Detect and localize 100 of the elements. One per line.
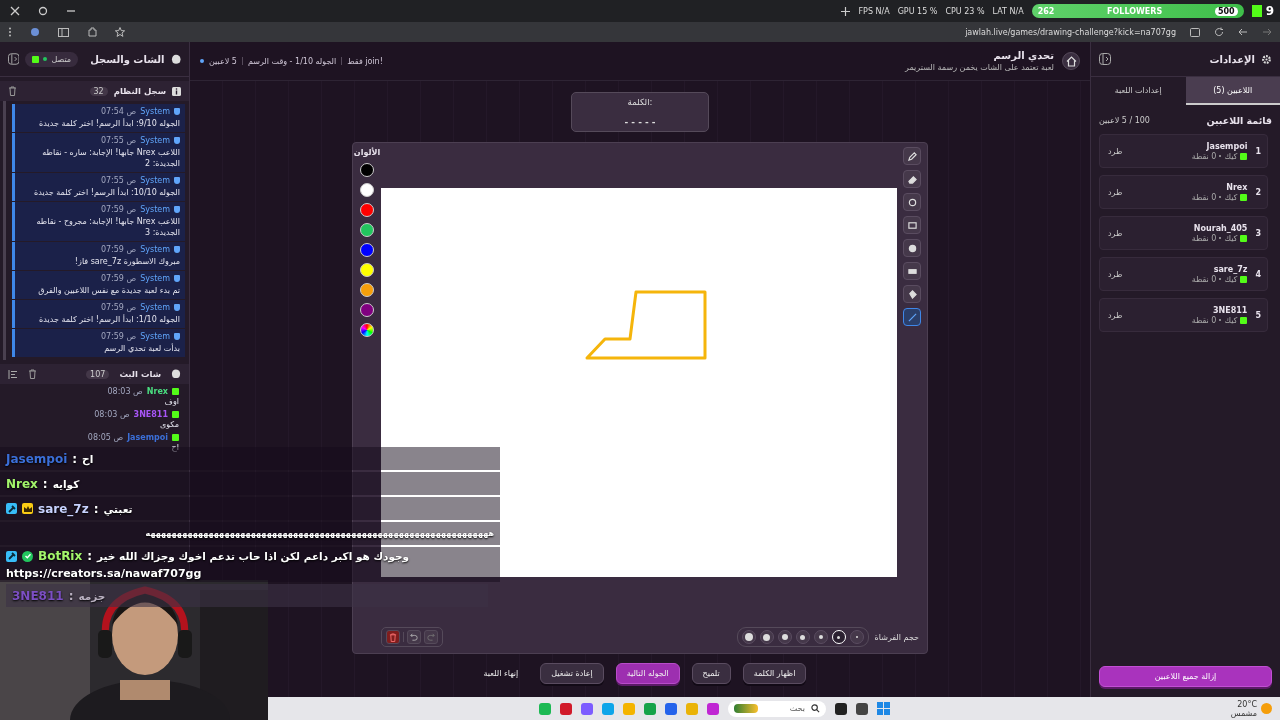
trash-icon[interactable] [28, 369, 37, 379]
player-points: 0 نقطة [1191, 315, 1217, 325]
brush-size-button[interactable] [777, 630, 792, 645]
redo-icon [427, 633, 435, 642]
bucket-icon [907, 289, 917, 299]
undo-button[interactable] [407, 630, 421, 645]
tool-button[interactable] [903, 216, 921, 234]
forward-icon[interactable] [1262, 27, 1272, 37]
join-info: !join فقط [347, 56, 383, 66]
close-icon[interactable] [10, 6, 20, 16]
separator-colon: : [42, 476, 48, 491]
collapse-icon[interactable] [8, 53, 20, 65]
word-hint: - - - - - [624, 117, 656, 127]
home-button[interactable] [1062, 52, 1080, 70]
clear-button[interactable] [386, 630, 400, 645]
tab-icon[interactable] [1190, 27, 1200, 37]
color-swatch[interactable] [360, 203, 374, 217]
star-icon[interactable] [115, 27, 125, 37]
player-rank: 3 [1255, 228, 1261, 238]
address-bar[interactable]: jawlah.live/games/drawing-challenge?kick=na707gg [965, 27, 1176, 37]
search-icon [810, 704, 820, 713]
player-platform: كيك [1224, 274, 1238, 284]
action-button[interactable]: اظهار الكلمة [742, 663, 807, 684]
reload-icon[interactable] [1214, 27, 1224, 37]
player-name: Nourah_405 [1193, 223, 1248, 233]
sun-icon [1261, 703, 1272, 714]
tool-button[interactable] [903, 147, 921, 165]
color-swatch[interactable] [360, 263, 374, 277]
color-swatch[interactable] [360, 183, 374, 197]
color-swatch[interactable] [360, 303, 374, 317]
overlay-message: جزمه [78, 589, 106, 602]
followers-goal: 500 [1214, 6, 1238, 16]
color-picker-swatch[interactable] [360, 323, 374, 337]
overlay-message: كوايه [52, 477, 80, 490]
separator-colon: : [93, 501, 99, 516]
message-text: الجوله 9/10: ابدأ الرسم! اختر كلمة جديدة [38, 118, 180, 129]
taskbar-app-icon[interactable] [834, 702, 847, 715]
tool-button[interactable] [903, 262, 921, 280]
corner-count: 9 [1265, 4, 1274, 18]
tool-button[interactable] [903, 170, 921, 188]
back-icon[interactable] [1238, 27, 1248, 37]
color-swatch[interactable] [360, 243, 374, 257]
brush-size-button[interactable] [741, 630, 756, 645]
settings-icon [1261, 53, 1272, 65]
kick-button[interactable]: طرد [1108, 187, 1123, 197]
action-button[interactable]: إعادة تشغيل [540, 663, 604, 684]
dot-icon [763, 633, 771, 641]
start-icon[interactable] [876, 702, 890, 715]
collapse-icon[interactable] [1099, 53, 1111, 65]
tool-button[interactable] [903, 285, 921, 303]
overlay-link[interactable]: https://creators.sa/nawaf707gg [6, 567, 494, 580]
brush-size-button[interactable] [813, 630, 828, 645]
player-platform: كيك [1224, 151, 1238, 161]
kick-badge-icon [1240, 193, 1248, 201]
stat-readout: LAT N/A [992, 6, 1024, 16]
taskbar-app-icon[interactable] [855, 702, 868, 715]
player-rank: 1 [1255, 146, 1261, 156]
players-info: 5 لاعبين [209, 56, 237, 66]
end-game-link[interactable]: إنهاء اللعبة [473, 664, 529, 683]
color-swatch[interactable] [360, 223, 374, 237]
count-badge: 107 [86, 369, 110, 379]
brush-size-button[interactable] [759, 630, 774, 645]
remove-all-button[interactable]: إزالة جميع اللاعبين [1099, 666, 1272, 687]
panel-title: الإعدادات [1209, 53, 1255, 65]
kick-button[interactable]: طرد [1108, 269, 1123, 279]
chat-username: Jasempoi [127, 433, 168, 442]
word-label: الكلمة: [627, 97, 653, 107]
separator-colon: : [72, 451, 78, 466]
message-time: 08:03 ص [94, 410, 130, 419]
message-text: تم بدء لعبة جديدة مع نفس اللاعبين والفرق [37, 285, 180, 296]
player-name: Jasempoi [1206, 141, 1248, 151]
restore-icon[interactable] [38, 6, 48, 16]
kick-button[interactable]: طرد [1108, 228, 1123, 238]
search-field[interactable]: بحث [727, 700, 826, 717]
sort-icon[interactable] [8, 369, 18, 379]
kick-button[interactable]: طرد [1108, 146, 1123, 156]
brush-size-button[interactable] [795, 630, 810, 645]
globe-icon[interactable] [30, 27, 40, 37]
tab[interactable]: اللاعبين (5) [1185, 77, 1280, 105]
trash-icon[interactable] [8, 86, 17, 96]
action-button[interactable]: الجوله التالية [615, 663, 680, 684]
panel-title: الشات والسجل [90, 53, 165, 65]
info-icon [172, 86, 181, 96]
filled-rectangle-icon [907, 266, 917, 276]
player-rank: 5 [1255, 310, 1261, 320]
kick-button[interactable]: طرد [1108, 310, 1123, 320]
menu-icon[interactable] [8, 27, 12, 37]
color-swatch[interactable] [360, 163, 374, 177]
overlay-username: Nrex [6, 476, 38, 491]
round-info: الجوله 1/10 - وقت الرسم [247, 56, 337, 66]
message-author: System [140, 245, 170, 254]
new-tab-icon[interactable] [841, 6, 851, 16]
action-button[interactable]: تلميح [691, 663, 731, 684]
message-text: الجوله 10/10: ابدأ الرسم! اختر كلمة جديدة [33, 187, 180, 198]
trash-icon [389, 632, 397, 642]
sidebar-icon[interactable] [58, 27, 69, 37]
tool-button[interactable] [903, 308, 921, 326]
tool-button[interactable] [903, 239, 921, 257]
tool-button[interactable] [903, 193, 921, 211]
color-swatch[interactable] [360, 283, 374, 297]
